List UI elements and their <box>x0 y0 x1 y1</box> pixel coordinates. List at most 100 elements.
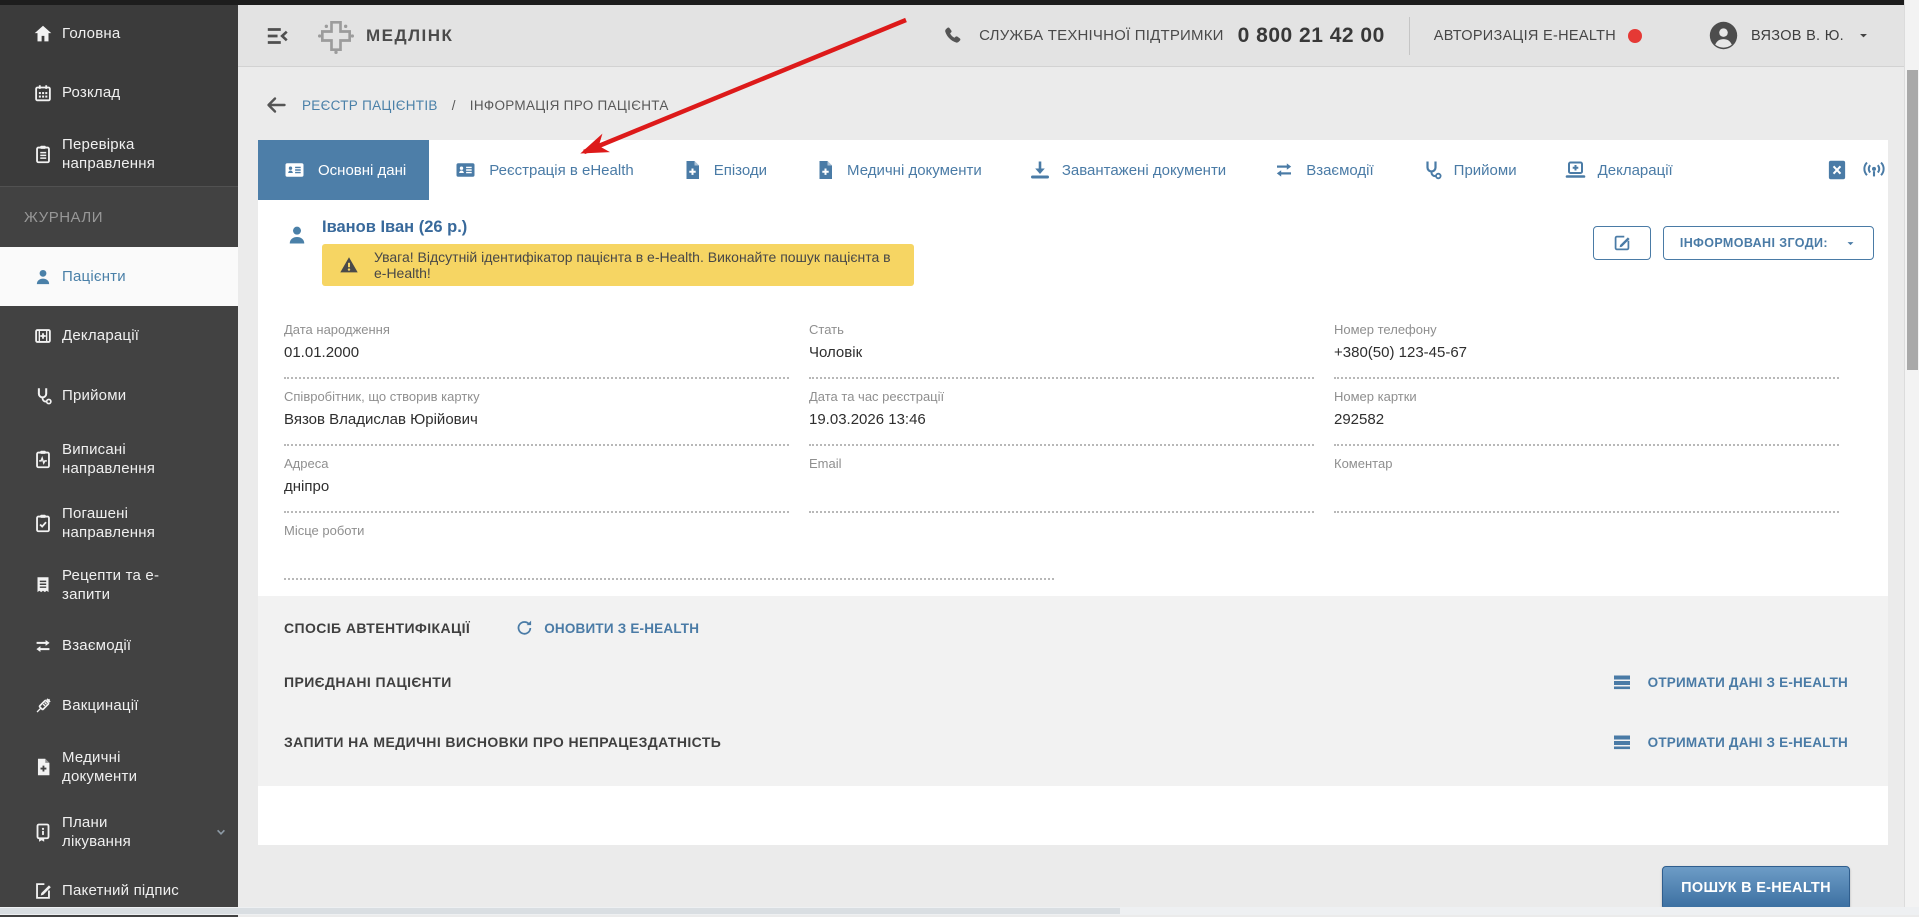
warning-text: Увага! Відсутній ідентифікатор пацієнта … <box>374 249 898 281</box>
document-plus-icon <box>813 158 837 182</box>
sidebar-item-vaccinations[interactable]: Вакцинації <box>0 676 238 735</box>
signal-icon <box>1860 156 1888 184</box>
vertical-scrollbar-thumb[interactable] <box>1907 70 1918 370</box>
caret-down-icon <box>1844 237 1857 250</box>
app-logo-text: МЕДЛІНК <box>366 26 453 46</box>
medical-cross-logo-icon <box>316 16 356 56</box>
vertical-scrollbar[interactable] <box>1904 0 1919 915</box>
sidebar-item-interactions[interactable]: Взаємодії <box>0 616 238 676</box>
field-registration-datetime: Дата та час реєстрації 19.03.2026 13:46 <box>809 379 1314 446</box>
auth-method-row: СПОСІБ АВТЕНТИФІКАЦІЇ ОНОВИТИ З E-HEALTH <box>284 604 1848 652</box>
disability-requests-row: ЗАПИТИ НА МЕДИЧНІ ВИСНОВКИ ПРО НЕПРАЦЕЗД… <box>284 712 1848 772</box>
sidebar-item-patients[interactable]: Пацієнти <box>0 247 238 306</box>
stethoscope-icon <box>1420 158 1444 182</box>
ehealth-warning-banner: Увага! Відсутній ідентифікатор пацієнта … <box>322 244 914 286</box>
informed-consents-label: ІНФОРМОВАНІ ЗГОДИ: <box>1680 236 1828 250</box>
field-address: Адреса дніпро <box>284 446 789 513</box>
informed-consents-dropdown[interactable]: ІНФОРМОВАНІ ЗГОДИ: <box>1663 226 1874 260</box>
auth-method-title: СПОСІБ АВТЕНТИФІКАЦІЇ <box>284 620 470 636</box>
tab-main-data[interactable]: Основні дані <box>258 140 429 200</box>
sidebar-item-home[interactable]: Головна <box>0 5 238 63</box>
avatar-icon <box>1708 20 1739 51</box>
swap-arrows-icon <box>1272 158 1296 182</box>
phone-icon <box>941 24 965 48</box>
sidebar-item-referral-check[interactable]: Перевірка направлення <box>0 122 238 186</box>
sidebar-item-label: Головна <box>62 24 120 44</box>
get-disability-data-link[interactable]: ОТРИМАТИ ДАНІ З E-HEALTH <box>1610 730 1848 754</box>
clipboard-check-icon <box>24 512 62 534</box>
user-menu[interactable]: ВЯЗОВ В. Ю. <box>1682 20 1871 51</box>
sidebar-item-label: Розклад <box>62 83 120 103</box>
sidebar-item-declarations[interactable]: Декларації <box>0 306 238 365</box>
sidebar: Головна Розклад Перевірка направлення ЖУ… <box>0 5 238 915</box>
breadcrumb-current: ІНФОРМАЦІЯ ПРО ПАЦІЄНТА <box>470 98 669 113</box>
sidebar-item-redeemed-referrals[interactable]: Погашені направлення <box>0 492 238 554</box>
edit-patient-button[interactable] <box>1593 226 1651 260</box>
sidebar-section-label: ЖУРНАЛИ <box>0 187 238 247</box>
header-divider <box>1409 17 1410 55</box>
receipt-icon <box>24 574 62 596</box>
calendar-icon <box>24 82 62 104</box>
patient-avatar-icon <box>284 222 310 248</box>
pencil-edit-icon <box>1611 232 1633 254</box>
field-workplace: Місце роботи <box>284 513 1054 580</box>
app-header: МЕДЛІНК СЛУЖБА ТЕХНІЧНОЇ ПІДТРИМКИ 0 800… <box>238 5 1919 67</box>
collapse-menu-icon[interactable] <box>264 23 290 49</box>
list-bars-icon <box>1610 730 1634 754</box>
document-plus-icon <box>24 756 62 778</box>
tab-interactions[interactable]: Взаємодії <box>1249 140 1396 200</box>
patient-header-main: Іванов Іван (26 р.) Увага! Відсутній іде… <box>322 218 914 286</box>
clipboard-pulse-icon <box>24 448 62 470</box>
book-info-icon <box>24 821 62 843</box>
list-bars-icon <box>1610 670 1634 694</box>
patient-header-row: Іванов Іван (26 р.) Увага! Відсутній іде… <box>258 200 1888 286</box>
laptop-plus-icon <box>1563 158 1588 182</box>
tab-e-prescriptions-partial[interactable] <box>1814 140 1888 200</box>
sidebar-item-treatment-plans[interactable]: Плани лікування <box>0 799 238 865</box>
tab-appointments[interactable]: Прийоми <box>1397 140 1540 200</box>
field-sex: Стать Чоловік <box>809 312 1314 379</box>
back-arrow-icon[interactable] <box>264 93 288 117</box>
ehealth-auth-label[interactable]: АВТОРИЗАЦІЯ E-HEALTH <box>1434 28 1616 44</box>
tab-episodes[interactable]: Епізоди <box>657 140 790 200</box>
window-top-strip <box>0 0 1919 5</box>
tab-ehealth-registration[interactable]: Реєстрація в eHealth <box>429 140 656 200</box>
id-card-icon <box>452 158 479 182</box>
field-birth-date: Дата народження 01.01.2000 <box>284 312 789 379</box>
chevron-down-icon <box>212 823 230 841</box>
patient-icon <box>24 266 62 288</box>
breadcrumb: РЕЄСТР ПАЦІЄНТІВ / ІНФОРМАЦІЯ ПРО ПАЦІЄН… <box>264 93 669 117</box>
clipboard-list-icon <box>24 143 62 165</box>
declaration-case-icon <box>24 325 62 347</box>
breadcrumb-link[interactable]: РЕЄСТР ПАЦІЄНТІВ <box>302 98 438 113</box>
patient-card: Іванов Іван (26 р.) Увага! Відсутній іде… <box>258 200 1888 845</box>
syringe-icon <box>24 695 62 717</box>
sidebar-item-medical-documents[interactable]: Медичні документи <box>0 735 238 799</box>
horizontal-scrollbar[interactable] <box>0 907 1919 915</box>
prescription-icon <box>1824 157 1850 183</box>
search-in-ehealth-button[interactable]: ПОШУК В E-HEALTH <box>1662 866 1850 910</box>
patient-fields-grid: Дата народження 01.01.2000 Стать Чоловік… <box>284 312 1862 580</box>
field-created-by: Співробітник, що створив картку Вязов Вл… <box>284 379 789 446</box>
get-merged-data-link[interactable]: ОТРИМАТИ ДАНІ З E-HEALTH <box>1610 670 1848 694</box>
tab-declarations[interactable]: Декларації <box>1540 140 1696 200</box>
horizontal-scrollbar-thumb[interactable] <box>0 908 1120 914</box>
sidebar-item-appointments[interactable]: Прийоми <box>0 365 238 426</box>
sidebar-item-label: Перевірка направлення <box>62 135 192 174</box>
support-phone: 0 800 21 42 00 <box>1238 24 1385 48</box>
sidebar-item-schedule[interactable]: Розклад <box>0 63 238 122</box>
id-card-icon <box>281 158 308 182</box>
merged-patients-row: ПРИЄДНАНІ ПАЦІЄНТИ ОТРИМАТИ ДАНІ З E-HEA… <box>284 652 1848 712</box>
sidebar-item-issued-referrals[interactable]: Виписані направлення <box>0 426 238 492</box>
field-card-number: Номер картки 292582 <box>1334 379 1839 446</box>
swap-arrows-icon <box>24 635 62 657</box>
home-icon <box>24 23 62 45</box>
download-icon <box>1028 158 1052 182</box>
user-name: ВЯЗОВ В. Ю. <box>1751 28 1844 44</box>
sidebar-item-prescriptions[interactable]: Рецепти та е-запити <box>0 554 238 616</box>
field-phone: Номер телефону +380(50) 123-45-67 <box>1334 312 1839 379</box>
tab-medical-documents[interactable]: Медичні документи <box>790 140 1005 200</box>
tab-uploaded-documents[interactable]: Завантажені документи <box>1005 140 1249 200</box>
document-plus-icon <box>680 158 704 182</box>
refresh-from-ehealth-link[interactable]: ОНОВИТИ З E-HEALTH <box>514 618 699 638</box>
